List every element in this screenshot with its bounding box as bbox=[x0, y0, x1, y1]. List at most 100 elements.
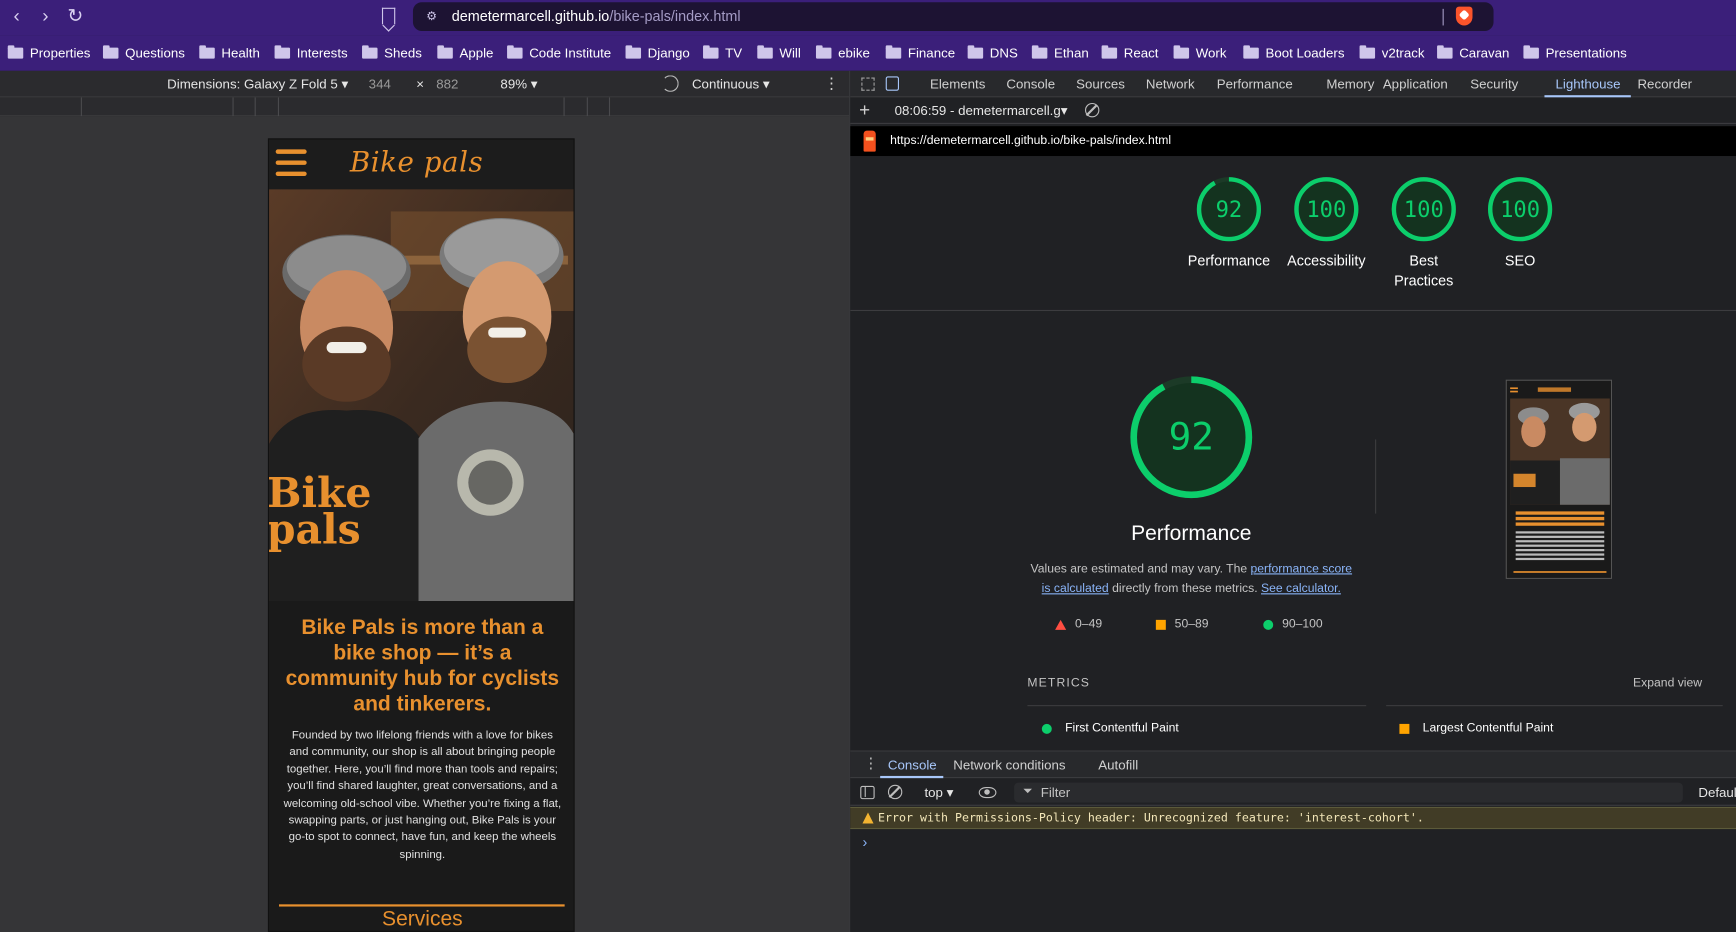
tab-security[interactable]: Security bbox=[1470, 76, 1518, 91]
bookmark-ebike[interactable]: ebike bbox=[815, 43, 870, 63]
legend-fail-label: 0–49 bbox=[1075, 617, 1103, 631]
expand-view-toggle[interactable]: Expand view bbox=[1633, 676, 1702, 689]
report-url[interactable]: https://demetermarcell.github.io/bike-pa… bbox=[890, 134, 1171, 147]
device-dimensions-select[interactable]: Dimensions: Galaxy Z Fold 5 ▾ bbox=[167, 76, 348, 91]
zoom-select[interactable]: 89% ▾ bbox=[500, 76, 537, 91]
bookmark-django[interactable]: Django bbox=[625, 43, 690, 63]
folder-icon bbox=[1523, 45, 1539, 59]
bookmark-label: Properties bbox=[29, 45, 91, 61]
address-bar[interactable]: ⚙ demetermarcell.github.io/bike-pals/ind… bbox=[412, 2, 1494, 31]
metrics-divider-right bbox=[1386, 705, 1723, 707]
bookmark-ethan[interactable]: Ethan bbox=[1031, 43, 1089, 63]
see-calculator-link[interactable]: See calculator. bbox=[1261, 582, 1341, 595]
gauge-best-practices[interactable]: 100 bbox=[1391, 176, 1457, 242]
context-selector[interactable]: top ▾ bbox=[924, 785, 953, 800]
bookmark-properties[interactable]: Properties bbox=[7, 43, 91, 63]
bookmark-label: Boot Loaders bbox=[1265, 45, 1345, 61]
device-width-input[interactable]: 344 bbox=[369, 76, 391, 91]
brave-shields-icon[interactable] bbox=[1455, 6, 1473, 26]
gauge-accessibility[interactable]: 100 bbox=[1293, 176, 1359, 242]
bookmark-boot-loaders[interactable]: Boot Loaders bbox=[1243, 43, 1345, 63]
tab-lighthouse[interactable]: Lighthouse bbox=[1556, 76, 1621, 91]
legend-pass-label: 90–100 bbox=[1282, 617, 1323, 631]
log-levels-select[interactable]: Default levels ▾ bbox=[1698, 785, 1736, 800]
bookmark-label: Will bbox=[779, 45, 801, 61]
device-toggle-icon[interactable] bbox=[885, 76, 899, 91]
bookmark-tv[interactable]: TV bbox=[703, 43, 742, 63]
bookmark-presentations[interactable]: Presentations bbox=[1523, 43, 1627, 63]
bookmark-dns[interactable]: DNS bbox=[967, 43, 1018, 63]
hamburger-menu-icon[interactable] bbox=[275, 149, 307, 177]
gauge-performance[interactable]: 92 bbox=[1196, 176, 1262, 242]
drawer-tab-console[interactable]: Console bbox=[888, 757, 937, 772]
bookmark-code-institute[interactable]: Code Institute bbox=[507, 43, 611, 63]
console-drawer: ⋮ Console Network conditions Autofill top … bbox=[850, 750, 1736, 932]
metric-fcp-label: First Contentful Paint bbox=[1065, 721, 1179, 735]
bookmark-work[interactable]: Work bbox=[1173, 43, 1226, 63]
inspect-element-icon[interactable] bbox=[861, 77, 875, 91]
bookmark-sheds[interactable]: Sheds bbox=[362, 43, 422, 63]
tab-recorder[interactable]: Recorder bbox=[1637, 76, 1692, 91]
console-prompt[interactable]: › bbox=[862, 833, 867, 850]
reload-button[interactable]: ↻ bbox=[64, 6, 86, 28]
bookmark-v2track[interactable]: v2track bbox=[1359, 43, 1425, 63]
clear-console-icon[interactable] bbox=[887, 784, 903, 800]
bookmark-finance[interactable]: Finance bbox=[885, 43, 955, 63]
site-logo[interactable]: Bike pals bbox=[350, 146, 483, 178]
device-height-input[interactable]: 882 bbox=[436, 76, 458, 91]
forward-button[interactable]: › bbox=[34, 6, 56, 28]
bookmark-caravan[interactable]: Caravan bbox=[1437, 43, 1509, 63]
tab-application[interactable]: Application bbox=[1383, 76, 1448, 91]
console-warning-row[interactable]: Error with Permissions-Policy header: Un… bbox=[850, 806, 1736, 830]
drawer-menu-icon[interactable]: ⋮ bbox=[864, 755, 878, 773]
media-query-ruler[interactable] bbox=[0, 97, 850, 117]
bookmark-label: Django bbox=[647, 45, 690, 61]
url-text[interactable]: demetermarcell.github.io/bike-pals/index… bbox=[452, 8, 741, 25]
folder-icon bbox=[507, 45, 523, 59]
console-filter-input[interactable]: ⏷ Filter bbox=[1014, 782, 1683, 803]
tab-console[interactable]: Console bbox=[1006, 76, 1055, 91]
bookmark-icon[interactable] bbox=[381, 7, 396, 25]
site-header: Bike pals bbox=[269, 139, 574, 190]
bookmark-interests[interactable]: Interests bbox=[274, 43, 348, 63]
average-square-icon bbox=[1155, 619, 1166, 630]
drawer-tab-network-conditions[interactable]: Network conditions bbox=[953, 757, 1065, 772]
clear-reports-icon[interactable] bbox=[1084, 102, 1100, 118]
page-screenshot-thumbnail[interactable] bbox=[1505, 379, 1612, 579]
performance-big-gauge: 92 bbox=[1129, 375, 1253, 499]
gauge-score-value: 92 bbox=[1215, 195, 1243, 223]
tab-performance[interactable]: Performance bbox=[1217, 76, 1293, 91]
gauge-seo[interactable]: 100 bbox=[1487, 176, 1553, 242]
bookmark-label: Sheds bbox=[384, 45, 422, 61]
console-warning-message: Error with Permissions-Policy header: Un… bbox=[877, 811, 1424, 825]
bookmark-health[interactable]: Health bbox=[199, 43, 260, 63]
folder-icon bbox=[703, 45, 719, 59]
bookmark-apple[interactable]: Apple bbox=[437, 43, 493, 63]
legend-average: 50–89 bbox=[1155, 618, 1209, 631]
drawer-tab-autofill[interactable]: Autofill bbox=[1098, 757, 1138, 772]
throttle-select[interactable]: Continuous ▾ bbox=[692, 76, 770, 91]
folder-icon bbox=[102, 45, 119, 59]
vertical-separator bbox=[1375, 439, 1377, 514]
more-options-icon[interactable]: ⋮ bbox=[824, 74, 840, 92]
site-settings-icon[interactable]: ⚙ bbox=[426, 9, 441, 24]
bookmark-will[interactable]: Will bbox=[757, 43, 801, 63]
tab-network[interactable]: Network bbox=[1146, 76, 1195, 91]
console-sidebar-icon[interactable] bbox=[860, 785, 875, 800]
folder-icon bbox=[757, 45, 773, 59]
url-host: demetermarcell.github.io bbox=[451, 7, 610, 25]
tab-sources[interactable]: Sources bbox=[1076, 76, 1125, 91]
tab-elements[interactable]: Elements bbox=[930, 76, 985, 91]
bookmark-label: React bbox=[1123, 45, 1159, 61]
tab-memory[interactable]: Memory bbox=[1326, 76, 1374, 91]
bookmark-questions[interactable]: Questions bbox=[102, 43, 185, 63]
ruler-tick bbox=[586, 97, 588, 117]
report-selector[interactable]: 08:06:59 - demetermarcell.g▾ bbox=[895, 103, 1068, 118]
lighthouse-url-row: https://demetermarcell.github.io/bike-pa… bbox=[850, 126, 1736, 157]
bookmark-label: ebike bbox=[838, 45, 870, 61]
live-expression-eye-icon[interactable] bbox=[978, 786, 997, 799]
bookmark-react[interactable]: React bbox=[1101, 43, 1159, 63]
back-button[interactable]: ‹ bbox=[6, 6, 28, 28]
rotate-icon[interactable] bbox=[662, 75, 679, 92]
new-report-icon[interactable]: + bbox=[859, 100, 870, 122]
